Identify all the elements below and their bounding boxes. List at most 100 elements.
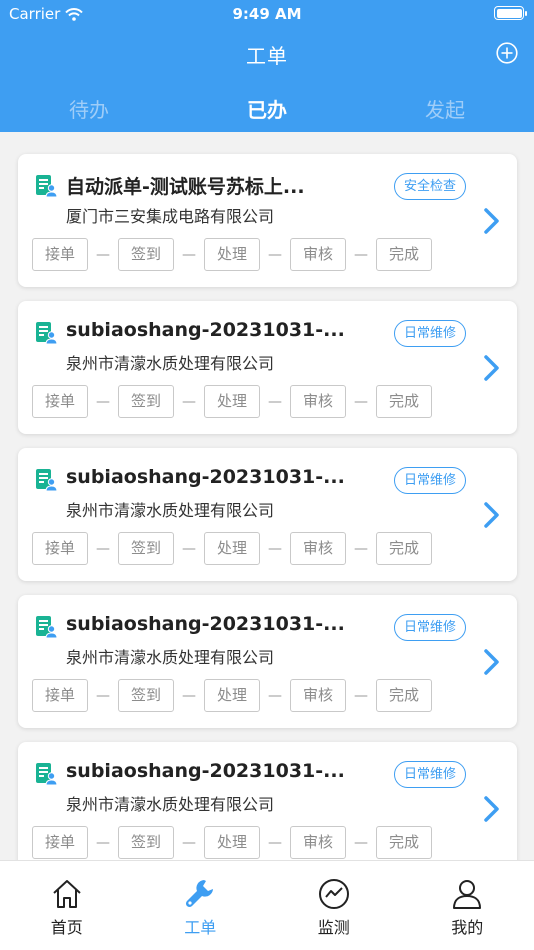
work-order-card[interactable]: subiaoshang-20231031-... 泉州市清濛水质处理有限公司 日常维…: [18, 595, 517, 728]
chevron-right-icon[interactable]: [482, 795, 502, 823]
step-separator: —: [96, 393, 110, 410]
step-accept: 接单: [32, 385, 88, 418]
step-separator: —: [182, 834, 196, 851]
add-order-button[interactable]: [496, 42, 518, 64]
user-icon: [453, 880, 482, 909]
work-order-company: 泉州市清濛水质处理有限公司: [66, 501, 275, 520]
tab-pending[interactable]: 待办: [0, 88, 178, 132]
work-order-progress-steps: 接单 — 签到 — 处理 — 审核 — 完成: [32, 826, 432, 859]
tabbar-monitor[interactable]: 监测: [267, 861, 401, 950]
work-order-type-badge: 日常维修: [394, 614, 466, 641]
tabbar-home-label: 首页: [50, 918, 83, 937]
app-header: Carrier 9:49 AM 工单 待办 已办 发起: [0, 0, 534, 132]
work-order-icon: [34, 468, 58, 492]
step-complete: 完成: [376, 385, 432, 418]
work-order-progress-steps: 接单 — 签到 — 处理 — 审核 — 完成: [32, 238, 432, 271]
step-separator: —: [96, 246, 110, 263]
step-checkin: 签到: [118, 532, 174, 565]
step-separator: —: [268, 540, 282, 557]
step-process: 处理: [204, 532, 260, 565]
step-separator: —: [96, 834, 110, 851]
work-order-type-badge: 安全检查: [394, 173, 466, 200]
bottom-tab-bar: 首页 工单 监测 我的: [0, 860, 534, 950]
step-review: 审核: [290, 385, 346, 418]
tabbar-mine[interactable]: 我的: [401, 861, 534, 950]
work-order-icon: [34, 321, 58, 345]
work-order-card[interactable]: 自动派单-测试账号苏标上... 厦门市三安集成电路有限公司 安全检查 接单 — 签到 — 处理…: [18, 154, 517, 287]
tabbar-workorder-label: 工单: [184, 918, 217, 937]
step-complete: 完成: [376, 238, 432, 271]
work-order-card[interactable]: subiaoshang-20231031-... 泉州市清濛水质处理有限公司 日常维…: [18, 301, 517, 434]
step-checkin: 签到: [118, 385, 174, 418]
step-complete: 完成: [376, 679, 432, 712]
battery-icon: [494, 6, 527, 20]
step-accept: 接单: [32, 826, 88, 859]
step-review: 审核: [290, 238, 346, 271]
step-process: 处理: [204, 826, 260, 859]
tab-initiated[interactable]: 发起: [356, 88, 534, 132]
monitor-chart-icon: [318, 879, 349, 909]
work-order-company: 泉州市清濛水质处理有限公司: [66, 354, 275, 373]
step-separator: —: [182, 393, 196, 410]
chevron-right-icon[interactable]: [482, 648, 502, 676]
step-separator: —: [182, 687, 196, 704]
step-process: 处理: [204, 385, 260, 418]
work-order-company: 泉州市清濛水质处理有限公司: [66, 648, 275, 667]
work-order-progress-steps: 接单 — 签到 — 处理 — 审核 — 完成: [32, 385, 432, 418]
step-separator: —: [96, 540, 110, 557]
step-review: 审核: [290, 532, 346, 565]
step-complete: 完成: [376, 532, 432, 565]
step-accept: 接单: [32, 679, 88, 712]
chevron-right-icon[interactable]: [482, 207, 502, 235]
work-order-card[interactable]: subiaoshang-20231031-... 泉州市清濛水质处理有限公司 日常维…: [18, 448, 517, 581]
work-order-title: 自动派单-测试账号苏标上...: [66, 176, 305, 198]
step-complete: 完成: [376, 826, 432, 859]
step-process: 处理: [204, 679, 260, 712]
work-order-title: subiaoshang-20231031-...: [66, 613, 345, 635]
step-separator: —: [354, 687, 368, 704]
work-order-company: 厦门市三安集成电路有限公司: [66, 207, 275, 226]
home-icon: [53, 880, 81, 908]
step-separator: —: [354, 540, 368, 557]
step-checkin: 签到: [118, 238, 174, 271]
wrench-icon: [186, 880, 214, 908]
step-accept: 接单: [32, 532, 88, 565]
step-separator: —: [354, 834, 368, 851]
step-separator: —: [268, 834, 282, 851]
tabbar-home[interactable]: 首页: [0, 861, 134, 950]
status-time: 9:49 AM: [232, 5, 302, 23]
work-order-icon: [34, 615, 58, 639]
page-title: 工单: [246, 44, 288, 68]
work-order-progress-steps: 接单 — 签到 — 处理 — 审核 — 完成: [32, 532, 432, 565]
work-order-icon: [34, 174, 58, 198]
work-order-company: 泉州市清濛水质处理有限公司: [66, 795, 275, 814]
step-separator: —: [182, 540, 196, 557]
step-checkin: 签到: [118, 679, 174, 712]
chevron-right-icon[interactable]: [482, 501, 502, 529]
tabbar-monitor-label: 监测: [317, 918, 350, 937]
step-review: 审核: [290, 826, 346, 859]
order-status-tabs: 待办 已办 发起: [0, 88, 534, 132]
work-order-progress-steps: 接单 — 签到 — 处理 — 审核 — 完成: [32, 679, 432, 712]
step-separator: —: [354, 246, 368, 263]
tab-done[interactable]: 已办: [178, 88, 356, 132]
step-separator: —: [268, 687, 282, 704]
work-order-type-badge: 日常维修: [394, 761, 466, 788]
work-order-list: 自动派单-测试账号苏标上... 厦门市三安集成电路有限公司 安全检查接单 — 签到 — 处理…: [0, 132, 534, 860]
step-separator: —: [354, 393, 368, 410]
work-order-card[interactable]: subiaoshang-20231031-... 泉州市清濛水质处理有限公司 日常维…: [18, 742, 517, 860]
tabbar-workorder[interactable]: 工单: [134, 861, 268, 950]
work-order-type-badge: 日常维修: [394, 320, 466, 347]
work-order-icon: [34, 762, 58, 786]
step-accept: 接单: [32, 238, 88, 271]
step-checkin: 签到: [118, 826, 174, 859]
status-bar: Carrier 9:49 AM: [0, 0, 534, 28]
step-separator: —: [268, 246, 282, 263]
work-order-type-badge: 日常维修: [394, 467, 466, 494]
tabbar-mine-label: 我的: [451, 918, 484, 937]
chevron-right-icon[interactable]: [482, 354, 502, 382]
work-order-title: subiaoshang-20231031-...: [66, 319, 345, 341]
step-separator: —: [96, 687, 110, 704]
work-order-title: subiaoshang-20231031-...: [66, 760, 345, 782]
step-separator: —: [182, 246, 196, 263]
